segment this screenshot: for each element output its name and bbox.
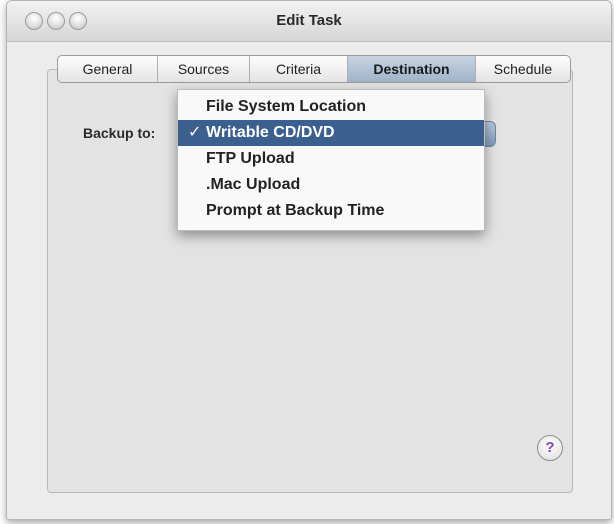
backup-to-label: Backup to: [83, 125, 156, 141]
menu-item-label: Prompt at Backup Time [206, 202, 385, 219]
title-bar: Edit Task [7, 1, 611, 42]
tab-general[interactable]: General [58, 56, 158, 82]
help-button[interactable]: ? [537, 435, 563, 461]
menu-item-file-system-location[interactable]: File System Location [178, 94, 484, 120]
window-title: Edit Task [276, 12, 342, 29]
tab-schedule[interactable]: Schedule [476, 56, 570, 82]
menu-item-ftp-upload[interactable]: FTP Upload [178, 146, 484, 172]
tab-criteria[interactable]: Criteria [250, 56, 348, 82]
menu-item-mac-upload[interactable]: .Mac Upload [178, 172, 484, 198]
menu-item-label: File System Location [206, 98, 367, 115]
tab-destination[interactable]: Destination [348, 56, 476, 82]
menu-item-label: FTP Upload [206, 150, 295, 167]
edit-task-window: Edit Task General Sources Criteria Desti… [6, 0, 612, 520]
tab-sources[interactable]: Sources [158, 56, 250, 82]
menu-item-prompt-at-backup-time[interactable]: Prompt at Backup Time [178, 198, 484, 224]
tab-bar: General Sources Criteria Destination Sch… [57, 55, 571, 83]
checkmark-icon: ✓ [188, 124, 202, 141]
menu-item-label: .Mac Upload [206, 176, 301, 193]
menu-item-label: Writable CD/DVD [206, 124, 335, 141]
backup-destination-menu: File System Location ✓ Writable CD/DVD F… [177, 89, 485, 231]
question-mark-icon: ? [545, 439, 555, 456]
menu-item-writable-cd-dvd[interactable]: ✓ Writable CD/DVD [178, 120, 484, 146]
